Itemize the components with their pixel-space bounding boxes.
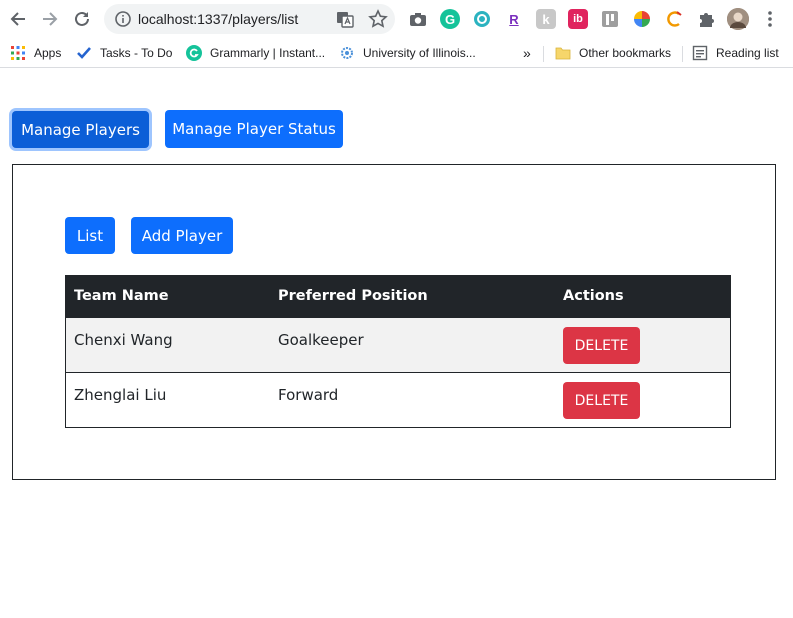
bookmark-tasks-label: Tasks - To Do [100,46,173,60]
folder-icon [555,47,571,60]
bookmark-reading-list[interactable]: Reading list [692,43,779,63]
camera-icon[interactable] [408,9,428,29]
bookmark-apps-label: Apps [34,46,62,60]
profile-avatar-icon[interactable] [727,8,749,30]
bookmark-reading-list-label: Reading list [716,46,779,60]
bookmark-apps[interactable]: Apps [10,43,61,63]
bookmark-star-icon[interactable] [368,9,388,29]
bookmark-other-label: Other bookmarks [579,46,672,60]
k-extension-icon[interactable]: k [536,9,556,29]
table-row: Chenxi Wang Goalkeeper DELETE [66,317,730,372]
bookmark-separator [543,46,544,62]
checkmark-icon [77,47,91,59]
menu-kebab-icon[interactable] [760,9,780,29]
reading-list-icon [692,45,708,61]
r-extension-letter: R [509,11,519,27]
players-panel: List Add Player Team Name Preferred Posi… [12,164,776,480]
list-button[interactable]: List [65,217,115,254]
color-picker-extension-icon[interactable] [632,9,652,29]
bookmark-grammarly-label: Grammarly | Instant... [210,46,326,60]
player-position: Forward [278,386,339,404]
table-header: Team Name Preferred Position Actions [66,276,730,317]
bookmarks-bar: Apps Tasks - To Do Grammarly | Instant..… [0,38,793,68]
manage-player-status-button[interactable]: Manage Player Status [165,110,343,148]
bookmark-overflow-chevron[interactable]: » [523,43,531,63]
gear-icon [341,47,353,59]
bookmark-tasks[interactable]: Tasks - To Do [76,43,172,63]
bookmark-overflow-label: » [523,45,531,61]
delete-button[interactable]: DELETE [563,382,640,419]
grammarly-icon [186,45,202,61]
reload-icon[interactable] [70,7,94,31]
add-player-button[interactable]: Add Player [131,217,233,254]
player-name: Zhenglai Liu [74,386,167,404]
ib-extension-icon[interactable]: ib [568,9,588,29]
table-row: Zhenglai Liu Forward DELETE [66,372,730,427]
extensions-puzzle-icon[interactable] [696,9,716,29]
r-extension-icon[interactable]: R [504,9,524,29]
notion-extension-icon[interactable] [600,9,620,29]
bookmark-illinois[interactable]: University of Illinois... [339,43,476,63]
site-info-icon[interactable] [114,10,132,28]
url-text[interactable]: localhost:1337/players/list [138,11,298,27]
address-bar[interactable]: localhost:1337/players/list [104,4,395,34]
bookmark-illinois-label: University of Illinois... [363,46,476,60]
browser-toolbar: localhost:1337/players/list G R k ib [0,0,793,38]
players-table: Team Name Preferred Position Actions Che… [65,275,731,428]
c-extension-icon[interactable] [664,9,684,29]
bookmark-separator-2 [682,46,683,62]
forward-icon[interactable] [38,7,62,31]
back-icon[interactable] [6,7,30,31]
apps-grid-icon [11,46,25,60]
header-actions: Actions [563,288,624,304]
translate-icon[interactable] [336,10,354,28]
compass-extension-icon[interactable] [472,9,492,29]
bookmark-grammarly[interactable]: Grammarly | Instant... [186,43,325,63]
header-preferred-position: Preferred Position [278,288,428,304]
grammarly-extension-letter: G [444,11,456,27]
manage-players-button[interactable]: Manage Players [12,111,149,148]
grammarly-extension-icon[interactable]: G [440,9,460,29]
player-name: Chenxi Wang [74,331,173,349]
delete-button[interactable]: DELETE [563,327,640,364]
ib-extension-letter: ib [573,13,583,25]
k-extension-letter: k [542,11,550,27]
header-team-name: Team Name [74,288,169,304]
player-position: Goalkeeper [278,331,364,349]
bookmark-other[interactable]: Other bookmarks [555,43,671,63]
page-content: Manage Players Manage Player Status List… [0,69,793,618]
